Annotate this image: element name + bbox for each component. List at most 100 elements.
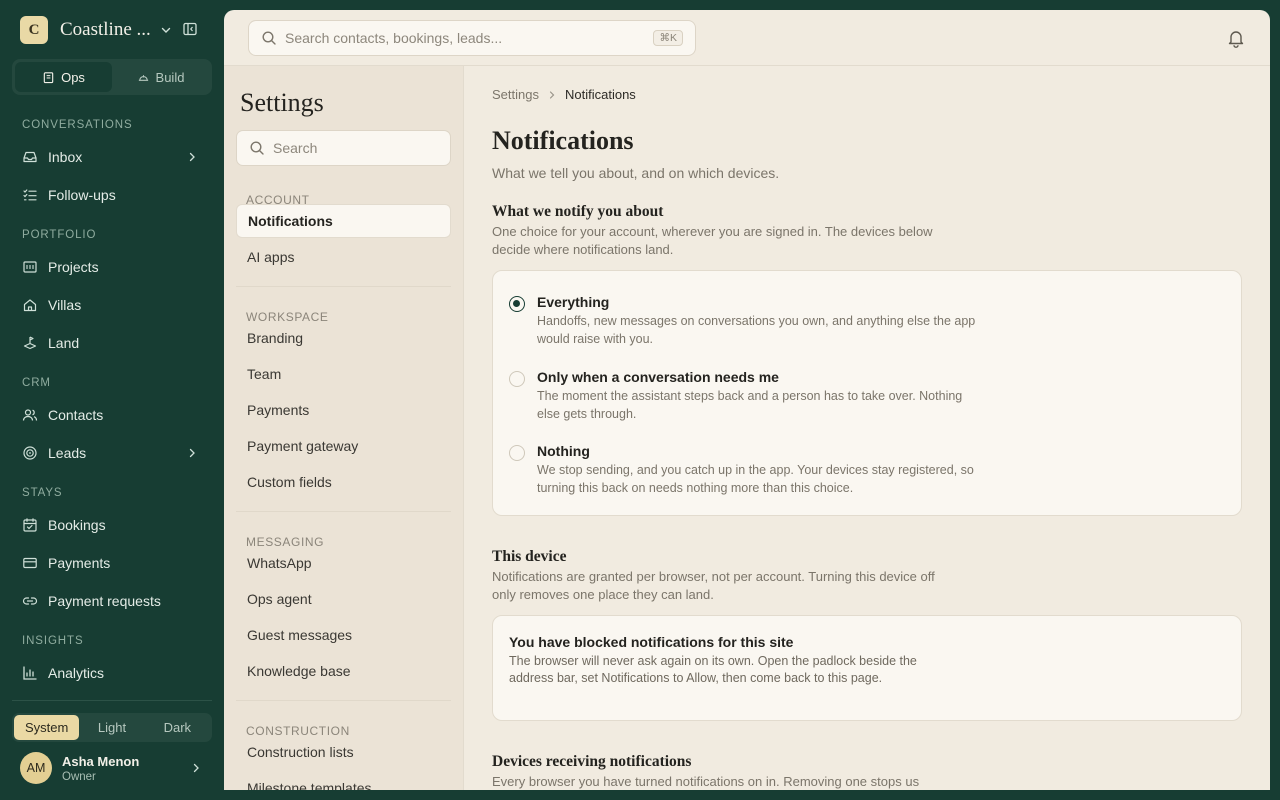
settings-item-branding[interactable]: Branding: [236, 321, 451, 355]
bell-icon[interactable]: [1226, 28, 1246, 48]
chevron-right-icon: [189, 152, 195, 162]
devices-section-description: Every browser you have turned notificati…: [492, 774, 920, 789]
nav-section-portfolio: PORTFOLIO: [22, 229, 97, 241]
radio-everything[interactable]: [509, 296, 525, 312]
user-menu[interactable]: AM Asha Menon Owner: [20, 751, 206, 785]
link-icon: [22, 597, 38, 605]
settings-item-custom-fields[interactable]: Custom fields: [236, 465, 451, 499]
shortcut-hint: ⌘K: [653, 30, 683, 46]
divider: [236, 286, 451, 287]
divider: [236, 700, 451, 701]
target-icon: [23, 446, 37, 460]
breadcrumb-current: Notifications: [564, 87, 636, 102]
nav-item-follow-ups[interactable]: Follow-ups: [12, 178, 212, 212]
nav-item-payments[interactable]: Payments: [12, 546, 212, 580]
device-section-title: This device: [492, 548, 567, 565]
radio-only-when-needed[interactable]: [509, 371, 525, 387]
nav-item-analytics[interactable]: Analytics: [12, 656, 212, 690]
nav-item-inbox[interactable]: Inbox: [12, 140, 212, 174]
chevron-right-icon: [189, 448, 195, 458]
nav-item-leads[interactable]: Leads: [12, 436, 212, 470]
mode-build-button[interactable]: Build: [112, 62, 209, 92]
card-icon: [23, 557, 37, 569]
mode-ops-button[interactable]: Ops: [15, 62, 112, 92]
settings-item-whatsapp[interactable]: WhatsApp: [236, 546, 451, 580]
alert-title: You have blocked notifications for this …: [509, 634, 794, 650]
mode-build-label: Build: [155, 69, 185, 85]
nav-item-label: Projects: [48, 259, 99, 275]
nav-item-label: Payments: [48, 555, 111, 571]
calendar-icon: [23, 518, 37, 532]
option-description: Handoffs, new messages on conversations …: [537, 314, 976, 346]
radio-nothing[interactable]: [509, 445, 525, 461]
topbar: ⌘K: [224, 10, 1270, 66]
bar-chart-icon: [23, 666, 37, 680]
avatar: AM: [20, 752, 52, 784]
option-description: The moment the assistant steps back and …: [537, 389, 963, 421]
settings-search-input[interactable]: [273, 140, 443, 156]
nav-item-label: Villas: [48, 297, 82, 313]
land-icon: [23, 336, 37, 350]
settings-item-guest-messages[interactable]: Guest messages: [236, 618, 451, 652]
device-section-description: Notifications are granted per browser, n…: [492, 569, 935, 602]
main-panel: ⌘K Settings ACCOUNT Notifications AI app…: [224, 10, 1270, 790]
settings-item-notifications[interactable]: Notifications: [236, 204, 451, 238]
option-label: Nothing: [537, 443, 590, 459]
blocked-notifications-alert: You have blocked notifications for this …: [492, 615, 1242, 721]
breadcrumb-settings-link[interactable]: Settings: [492, 87, 539, 102]
nav-item-label: Leads: [48, 445, 87, 461]
theme-switch: System Light Dark: [12, 713, 212, 742]
global-search-input[interactable]: [285, 30, 645, 46]
users-icon: [22, 409, 38, 421]
option-only-when-needed[interactable]: Only when a conversation needs me The mo…: [509, 369, 1209, 421]
settings-item-payments[interactable]: Payments: [236, 393, 451, 427]
nav-item-land[interactable]: Land: [12, 326, 212, 360]
settings-search[interactable]: [236, 130, 451, 166]
building-icon: [23, 261, 37, 273]
app-sidebar: C Coastline ... Ops Build CONVERSATIONS …: [0, 0, 224, 800]
nav-item-projects[interactable]: Projects: [12, 250, 212, 284]
settings-nav: Settings ACCOUNT Notifications AI apps W…: [224, 66, 464, 790]
settings-item-payment-gateway[interactable]: Payment gateway: [236, 429, 451, 463]
workspace-name: Coastline ...: [60, 19, 151, 40]
nav-item-villas[interactable]: Villas: [12, 288, 212, 322]
settings-item-construction-lists[interactable]: Construction lists: [236, 735, 451, 769]
theme-system-button[interactable]: System: [14, 715, 80, 740]
search-icon: [262, 31, 276, 45]
nav-item-label: Contacts: [48, 407, 104, 423]
checklist-icon: [23, 189, 37, 201]
option-label: Only when a conversation needs me: [537, 369, 779, 385]
option-label: Everything: [537, 294, 610, 310]
nav-item-payment-requests[interactable]: Payment requests: [12, 584, 212, 618]
user-name: Asha Menon: [62, 753, 140, 769]
settings-item-milestone-templates[interactable]: Milestone templates: [236, 771, 451, 790]
settings-item-ops-agent[interactable]: Ops agent: [236, 582, 451, 616]
settings-item-ai-apps[interactable]: AI apps: [236, 240, 451, 274]
mode-switch: Ops Build: [12, 59, 212, 95]
notify-section-description: One choice for your account, wherever yo…: [492, 224, 933, 257]
chevron-down-icon[interactable]: [160, 24, 172, 36]
workspace-switcher[interactable]: C Coastline ...: [20, 16, 210, 44]
divider: [12, 700, 212, 701]
nav-item-contacts[interactable]: Contacts: [12, 398, 212, 432]
option-everything[interactable]: Everything Handoffs, new messages on con…: [509, 294, 1209, 346]
nav-item-label: Analytics: [48, 665, 105, 681]
user-role: Owner: [62, 770, 96, 783]
nav-item-label: Payment requests: [48, 593, 161, 609]
mode-ops-label: Ops: [61, 69, 85, 85]
hardhat-icon: [138, 74, 148, 81]
notify-section-title: What we notify you about: [492, 203, 664, 220]
settings-item-team[interactable]: Team: [236, 357, 451, 391]
theme-light-button[interactable]: Light: [79, 715, 144, 740]
notify-options-card: Everything Handoffs, new messages on con…: [492, 270, 1242, 516]
settings-item-knowledge-base[interactable]: Knowledge base: [236, 654, 451, 688]
inbox-icon: [23, 151, 37, 163]
theme-dark-button[interactable]: Dark: [145, 715, 210, 740]
settings-title: Settings: [240, 88, 324, 117]
nav-item-bookings[interactable]: Bookings: [12, 508, 212, 542]
option-nothing[interactable]: Nothing We stop sending, and you catch u…: [509, 443, 1209, 495]
nav-section-stays: STAYS: [22, 487, 63, 499]
sidebar-collapse-icon[interactable]: [183, 22, 197, 36]
global-search[interactable]: ⌘K: [248, 20, 696, 56]
divider: [236, 511, 451, 512]
